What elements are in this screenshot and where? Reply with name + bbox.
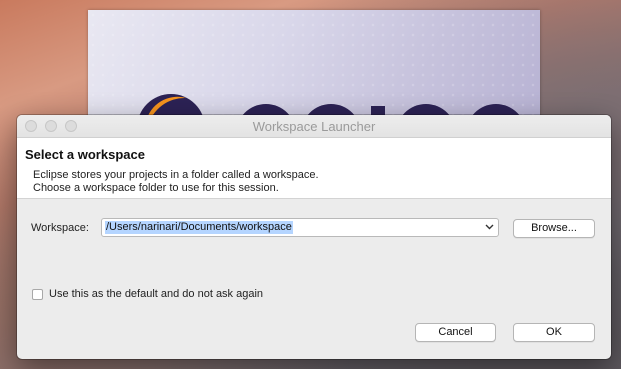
browse-button[interactable]: Browse... [513, 219, 595, 238]
eclipse-splash-screen [88, 10, 540, 130]
description-line-2: Choose a workspace folder to use for thi… [33, 182, 279, 194]
ok-button[interactable]: OK [513, 323, 595, 342]
chevron-down-icon[interactable] [482, 220, 497, 235]
dialog-header: Select a workspace Eclipse stores your p… [17, 138, 611, 199]
description-line-1: Eclipse stores your projects in a folder… [33, 169, 319, 181]
dialog-heading: Select a workspace [25, 147, 145, 162]
workspace-combo-input[interactable]: /Users/narinari/Documents/workspace [101, 218, 499, 237]
workspace-launcher-dialog: Workspace Launcher Select a workspace Ec… [17, 115, 611, 359]
workspace-label: Workspace: [31, 222, 89, 234]
default-checkbox-label[interactable]: Use this as the default and do not ask a… [49, 288, 263, 300]
default-checkbox[interactable] [32, 289, 43, 300]
cancel-button[interactable]: Cancel [415, 323, 496, 342]
workspace-path-value[interactable]: /Users/narinari/Documents/workspace [105, 221, 293, 234]
window-title: Workspace Launcher [252, 119, 376, 134]
title-bar: Workspace Launcher [17, 115, 611, 138]
